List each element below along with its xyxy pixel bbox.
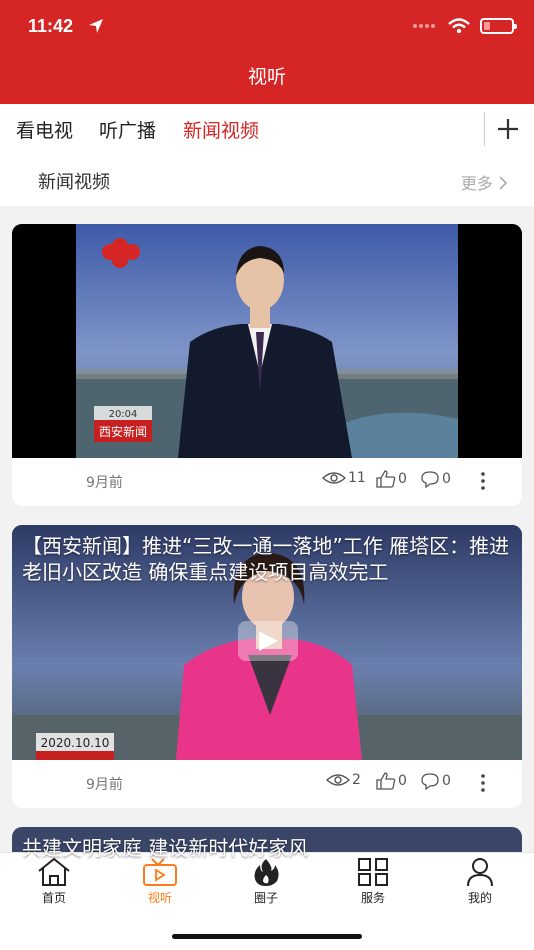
more-options-icon[interactable]: [474, 470, 492, 492]
nav-home[interactable]: 首页: [14, 857, 94, 906]
view-count: 11: [322, 470, 366, 486]
news-anchor-thumbnail: 20:04 西安新闻: [12, 224, 522, 458]
nav-home-label: 首页: [41, 891, 66, 905]
like-count: 0: [398, 773, 407, 789]
grid-icon: [358, 858, 388, 886]
location-arrow-icon: [89, 19, 103, 33]
flame-icon: [254, 859, 279, 886]
like-button[interactable]: 0: [376, 470, 407, 488]
video-title: 共建文明家庭 建设新时代好家风: [22, 836, 309, 860]
video-thumbnail[interactable]: 2020.10.10 【西安新闻】推进“三改一通一落地”工作 雁塔区：推进老旧小…: [12, 525, 522, 760]
wifi-icon: [448, 18, 470, 34]
nav-services[interactable]: 服务: [333, 857, 413, 906]
nav-circle[interactable]: 圈子: [226, 857, 306, 906]
comment-icon: [421, 471, 439, 488]
video-card-footer: 9月前 2 0 0: [12, 760, 522, 808]
section-title: 新闻视频: [38, 172, 110, 193]
view-count-value: 2: [352, 772, 361, 788]
page-title: 视听: [0, 54, 534, 104]
tab-divider: [484, 112, 485, 146]
view-count-value: 11: [348, 470, 366, 486]
thumbs-up-icon: [376, 772, 396, 790]
program-logo-text: 西安新闻: [99, 424, 147, 439]
more-link-label: 更多: [460, 174, 493, 193]
thumbs-up-icon: [376, 470, 396, 488]
user-icon: [467, 858, 493, 887]
home-icon: [38, 857, 70, 886]
home-indicator: [172, 934, 362, 939]
battery-icon: [480, 18, 517, 34]
like-count: 0: [398, 471, 407, 487]
tab-watch-tv[interactable]: 看电视: [16, 116, 73, 143]
video-thumbnail[interactable]: 20:04 西安新闻: [12, 224, 522, 458]
eye-icon: [322, 472, 346, 484]
like-button[interactable]: 0: [376, 772, 407, 790]
status-bar: 11:42: [0, 0, 534, 54]
video-card[interactable]: 2020.10.10 【西安新闻】推进“三改一通一落地”工作 雁塔区：推进老旧小…: [12, 525, 522, 808]
video-card-footer: 9月前 11 0 0: [12, 458, 522, 506]
nav-audio-video-label: 视听: [147, 891, 172, 905]
nav-services-label: 服务: [360, 891, 385, 905]
video-title: 【西安新闻】推进“三改一通一落地”工作 雁塔区：推进老旧小区改造 确保重点建设项…: [22, 534, 510, 584]
logo-time: 20:04: [109, 409, 138, 420]
nav-circle-label: 圈子: [253, 891, 278, 905]
comment-button[interactable]: 0: [420, 470, 451, 488]
chevron-right-icon: [499, 176, 508, 190]
comment-count: 0: [442, 773, 451, 789]
publish-time: 9月前: [86, 777, 123, 793]
tab-radio[interactable]: 听广播: [99, 116, 156, 143]
more-options-icon[interactable]: [474, 772, 492, 794]
eye-icon: [326, 774, 350, 786]
nav-profile-label: 我的: [467, 891, 492, 905]
tab-bar: 看电视 听广播 新闻视频: [0, 104, 534, 156]
video-card[interactable]: 20:04 西安新闻 9月前 11 0 0: [12, 224, 522, 506]
status-icons: [412, 18, 517, 34]
cellular-signal-icon: [413, 24, 435, 28]
publish-time: 9月前: [86, 475, 123, 491]
tab-news-video[interactable]: 新闻视频: [183, 116, 259, 143]
comment-icon: [421, 773, 439, 790]
status-time: 11:42: [28, 16, 74, 36]
date-badge: 2020.10.10: [41, 736, 110, 750]
nav-profile[interactable]: 我的: [440, 857, 520, 906]
add-channel-icon[interactable]: [494, 114, 522, 144]
more-link[interactable]: 更多: [461, 170, 508, 194]
view-count: 2: [326, 772, 361, 788]
section-header: 新闻视频 更多: [0, 156, 534, 206]
comment-count: 0: [442, 471, 451, 487]
video-icon: [143, 858, 177, 886]
comment-button[interactable]: 0: [420, 772, 451, 790]
nav-audio-video[interactable]: 视听: [120, 857, 200, 906]
